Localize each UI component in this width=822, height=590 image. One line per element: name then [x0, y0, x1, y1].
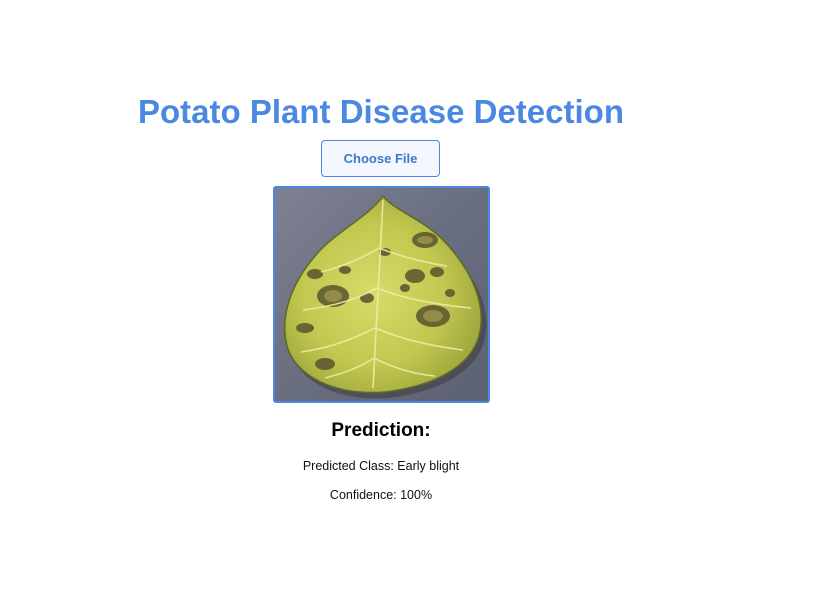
app-root: Potato Plant Disease Detection Choose Fi… — [0, 0, 822, 590]
uploaded-image-preview — [273, 186, 490, 403]
choose-file-button[interactable]: Choose File — [321, 140, 440, 177]
predicted-class-text: Predicted Class: Early blight — [302, 459, 460, 473]
confidence-text: Confidence: 100% — [329, 488, 433, 502]
page-title: Potato Plant Disease Detection — [138, 93, 624, 130]
prediction-heading: Prediction: — [331, 420, 431, 441]
potato-leaf-image — [275, 188, 488, 401]
